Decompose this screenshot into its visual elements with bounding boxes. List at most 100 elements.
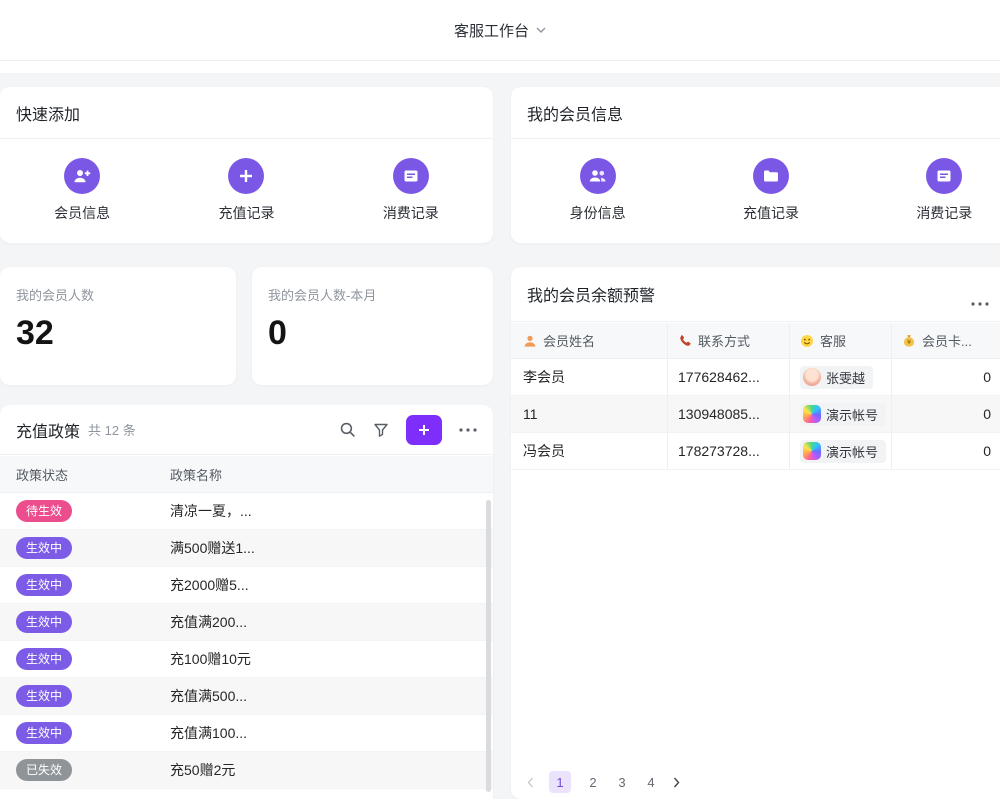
pagination: 1 2 3 4	[527, 771, 680, 793]
page-number-1[interactable]: 1	[549, 771, 571, 793]
receipt-icon	[926, 158, 962, 194]
more-options-icon[interactable]	[459, 428, 477, 432]
my-member-info-card: 我的会员信息 身份信息 充值记录 消费记录	[511, 87, 1000, 243]
table-row[interactable]: 李会员 177628462... 张雯越 0	[511, 359, 1000, 396]
member-info-header: 我的会员信息	[511, 87, 1000, 139]
service-member-tag[interactable]: 演示帐号	[800, 440, 886, 463]
column-header-name: 政策名称	[170, 465, 493, 484]
quick-add-recharge-record-button[interactable]: 充值记录	[164, 158, 328, 223]
avatar	[803, 405, 821, 423]
member-name-cell: 11	[511, 396, 668, 432]
shortcut-label: 消费记录	[383, 203, 439, 223]
recharge-policy-title: 充值政策	[16, 418, 80, 442]
avatar	[803, 368, 821, 386]
status-badge: 已失效	[16, 759, 72, 781]
stat-value: 0	[268, 316, 477, 350]
record-count: 共 12 条	[88, 420, 136, 439]
contact-cell: 130948085...	[668, 396, 790, 432]
status-badge: 生效中	[16, 685, 72, 707]
column-header-status: 政策状态	[0, 465, 170, 484]
shortcut-label: 充值记录	[743, 203, 799, 223]
quick-add-consumption-record-button[interactable]: 消费记录	[329, 158, 493, 223]
service-cell: 张雯越	[790, 359, 892, 395]
policy-name: 充值满100...	[170, 723, 493, 743]
chevron-down-icon	[536, 27, 546, 33]
stat-card-member-count-month: 我的会员人数-本月 0	[252, 267, 493, 385]
previous-page-icon[interactable]	[527, 777, 534, 788]
policy-table: 政策状态 政策名称 待生效 清凉一夏，... 生效中 满500赠送1... 生效…	[0, 456, 493, 799]
contact-cell: 178273728...	[668, 433, 790, 469]
balance-alert-card: 我的会员余额预警 会员姓名 联系方式 客服 ¥ 会员卡... 李会	[511, 267, 1000, 799]
table-row[interactable]: 生效中 充2000赠5...	[0, 567, 493, 604]
phone-icon	[678, 334, 692, 348]
balance-table: 会员姓名 联系方式 客服 ¥ 会员卡... 李会员 177628462... 张…	[511, 323, 1000, 470]
policy-toolbar	[339, 415, 477, 445]
stat-card-member-count: 我的会员人数 32	[0, 267, 236, 385]
folder-icon	[753, 158, 789, 194]
card-balance-cell: 0	[892, 433, 1000, 469]
shortcut-label: 充值记录	[218, 203, 274, 223]
table-row[interactable]: 生效中 充值满500...	[0, 678, 493, 715]
member-info-shortcuts: 身份信息 充值记录 消费记录	[511, 139, 1000, 242]
consumption-records-button[interactable]: 消费记录	[858, 158, 1000, 223]
avatar	[803, 442, 821, 460]
page-number-3[interactable]: 3	[615, 775, 629, 790]
more-options-icon[interactable]	[971, 293, 989, 311]
table-row[interactable]: 生效中 充100赠10元	[0, 641, 493, 678]
filter-icon[interactable]	[373, 422, 389, 438]
table-row[interactable]: 已失效 充50赠2元	[0, 752, 493, 789]
recharge-policy-header: 充值政策 共 12 条	[0, 405, 493, 455]
balance-table-header: 会员姓名 联系方式 客服 ¥ 会员卡...	[511, 323, 1000, 359]
service-member-tag[interactable]: 张雯越	[800, 366, 873, 389]
table-row[interactable]: 生效中 充值满100...	[0, 715, 493, 752]
service-cell: 演示帐号	[790, 396, 892, 432]
quick-add-member-info-button[interactable]: 会员信息	[0, 158, 164, 223]
page-title: 客服工作台	[454, 20, 529, 41]
table-row[interactable]: 冯会员 178273728... 演示帐号 0	[511, 433, 1000, 470]
status-badge: 生效中	[16, 648, 72, 670]
balance-alert-title: 我的会员余额预警	[527, 282, 655, 306]
table-row[interactable]: 待生效 清凉一夏，...	[0, 493, 493, 530]
plus-icon	[228, 158, 264, 194]
smiley-icon	[800, 334, 814, 348]
stat-value: 32	[16, 316, 220, 350]
policy-name: 清凉一夏，...	[170, 501, 493, 521]
table-row[interactable]: 生效中 充值满200...	[0, 604, 493, 641]
policy-name: 充2000赠5...	[170, 575, 493, 595]
receipt-icon	[393, 158, 429, 194]
policy-name: 充100赠10元	[170, 649, 493, 669]
policy-name: 充值满500...	[170, 686, 493, 706]
status-badge: 待生效	[16, 500, 72, 522]
stat-label: 我的会员人数	[16, 285, 220, 304]
quick-add-header: 快速添加	[0, 87, 493, 139]
policy-name: 充50赠2元	[170, 760, 493, 780]
page-number-4[interactable]: 4	[644, 775, 658, 790]
member-name-cell: 冯会员	[511, 433, 668, 469]
column-header-contact: 联系方式	[668, 323, 790, 358]
policy-name: 充值满200...	[170, 612, 493, 632]
svg-text:¥: ¥	[907, 339, 911, 346]
identity-info-button[interactable]: 身份信息	[511, 158, 684, 223]
table-row[interactable]: 生效中 满500赠送1...	[0, 530, 493, 567]
member-name-cell: 李会员	[511, 359, 668, 395]
member-info-title: 我的会员信息	[527, 101, 623, 125]
search-icon[interactable]	[339, 421, 356, 438]
service-member-tag[interactable]: 演示帐号	[800, 403, 886, 426]
workspace-switcher[interactable]: 客服工作台	[454, 20, 546, 41]
quick-add-shortcuts: 会员信息 充值记录 消费记录	[0, 139, 493, 242]
card-balance-cell: 0	[892, 359, 1000, 395]
vertical-scrollbar[interactable]	[486, 500, 491, 792]
person-add-icon	[64, 158, 100, 194]
recharge-records-button[interactable]: 充值记录	[684, 158, 857, 223]
page-number-2[interactable]: 2	[586, 775, 600, 790]
shortcut-label: 身份信息	[570, 203, 626, 223]
next-page-icon[interactable]	[673, 777, 680, 788]
add-record-button[interactable]	[406, 415, 442, 445]
table-row[interactable]: 11 130948085... 演示帐号 0	[511, 396, 1000, 433]
column-header-service: 客服	[790, 323, 892, 358]
balance-alert-header: 我的会员余额预警	[511, 267, 1000, 322]
app-header: 客服工作台	[0, 0, 1000, 73]
contact-cell: 177628462...	[668, 359, 790, 395]
column-header-card-balance: ¥ 会员卡...	[892, 323, 1000, 358]
member-icon	[523, 334, 537, 348]
